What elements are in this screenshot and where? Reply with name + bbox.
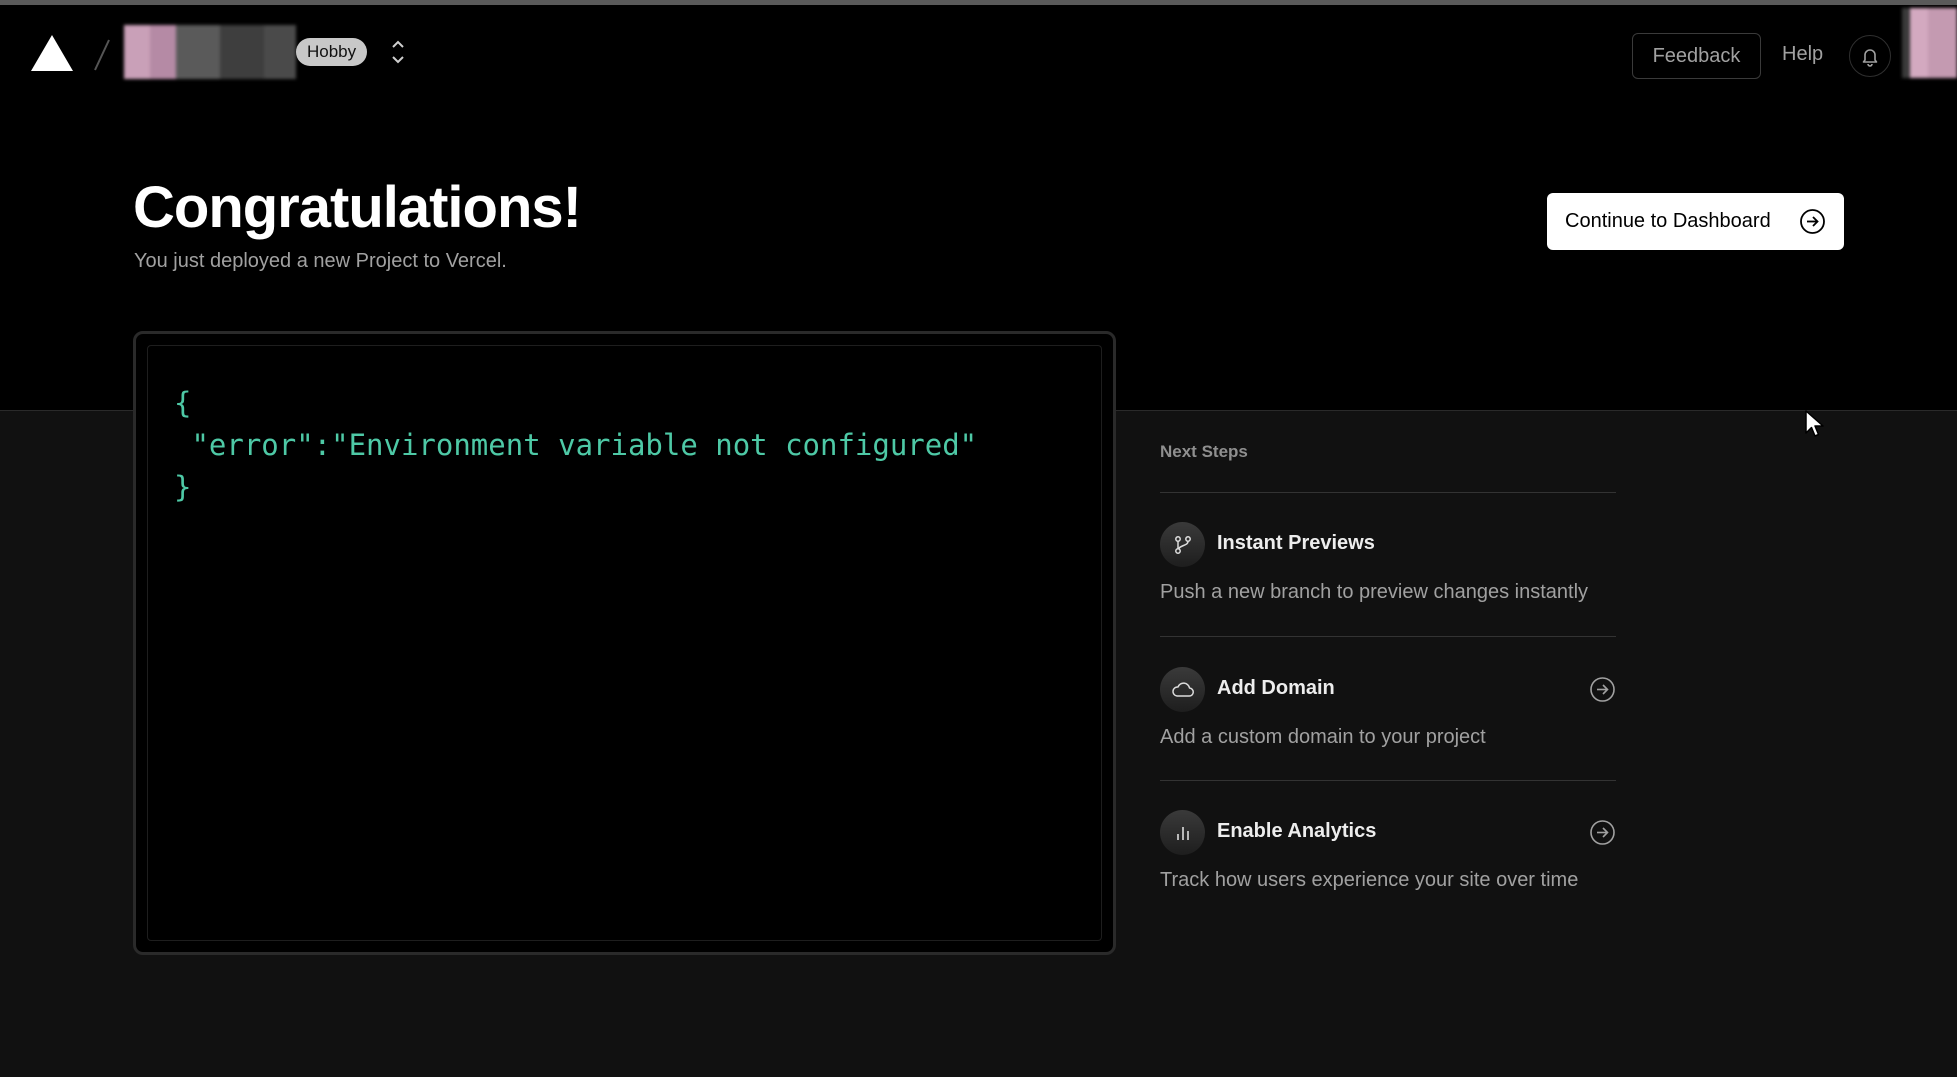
deployment-preview[interactable]: { "error":"Environment variable not conf… xyxy=(133,331,1116,955)
team-switcher-chevron-icon[interactable] xyxy=(384,35,412,69)
preview-json-output: { "error":"Environment variable not conf… xyxy=(174,382,977,508)
divider xyxy=(1160,780,1616,781)
step-description: Push a new branch to preview changes ins… xyxy=(1160,581,1589,603)
next-step-add-domain[interactable]: Add Domain Add a custom domain to your p… xyxy=(1160,667,1616,811)
next-step-instant-previews[interactable]: Instant Previews Push a new branch to pr… xyxy=(1160,522,1616,666)
mouse-cursor-icon xyxy=(1804,409,1826,439)
help-link[interactable]: Help xyxy=(1782,43,1823,66)
next-steps-heading: Next Steps xyxy=(1160,442,1248,461)
plan-badge: Hobby xyxy=(296,38,368,66)
step-description: Add a custom domain to your project xyxy=(1160,726,1486,748)
next-step-enable-analytics[interactable]: Enable Analytics Track how users experie… xyxy=(1160,810,1616,954)
cloud-icon xyxy=(1160,667,1205,712)
divider xyxy=(1160,636,1616,637)
arrow-right-circle-icon[interactable] xyxy=(1589,819,1616,846)
code-line: { xyxy=(174,386,192,420)
code-line: } xyxy=(174,470,192,504)
continue-to-dashboard-button[interactable]: Continue to Dashboard xyxy=(1547,193,1844,250)
step-title: Instant Previews xyxy=(1217,532,1375,554)
feedback-button[interactable]: Feedback xyxy=(1632,33,1761,79)
step-title: Enable Analytics xyxy=(1217,820,1377,842)
user-avatar[interactable] xyxy=(1902,8,1957,78)
git-branch-icon xyxy=(1160,522,1205,567)
page-subtitle: You just deployed a new Project to Verce… xyxy=(134,250,507,272)
bar-chart-icon xyxy=(1160,810,1205,855)
code-line: "error":"Environment variable not config… xyxy=(174,428,978,462)
page-title: Congratulations! xyxy=(133,175,582,240)
step-title: Add Domain xyxy=(1217,677,1335,699)
preview-screen: { "error":"Environment variable not conf… xyxy=(147,345,1102,941)
arrow-right-circle-icon[interactable] xyxy=(1589,676,1616,703)
arrow-right-circle-icon xyxy=(1799,208,1826,235)
team-avatar[interactable] xyxy=(124,25,296,79)
step-description: Track how users experience your site ove… xyxy=(1160,869,1579,891)
notifications-bell-icon[interactable] xyxy=(1849,35,1891,77)
breadcrumb-separator xyxy=(92,35,112,75)
vercel-logo-icon[interactable] xyxy=(30,33,74,73)
continue-button-label: Continue to Dashboard xyxy=(1565,210,1771,232)
divider xyxy=(1160,492,1616,493)
top-navigation: Hobby Feedback Help xyxy=(0,5,1957,95)
